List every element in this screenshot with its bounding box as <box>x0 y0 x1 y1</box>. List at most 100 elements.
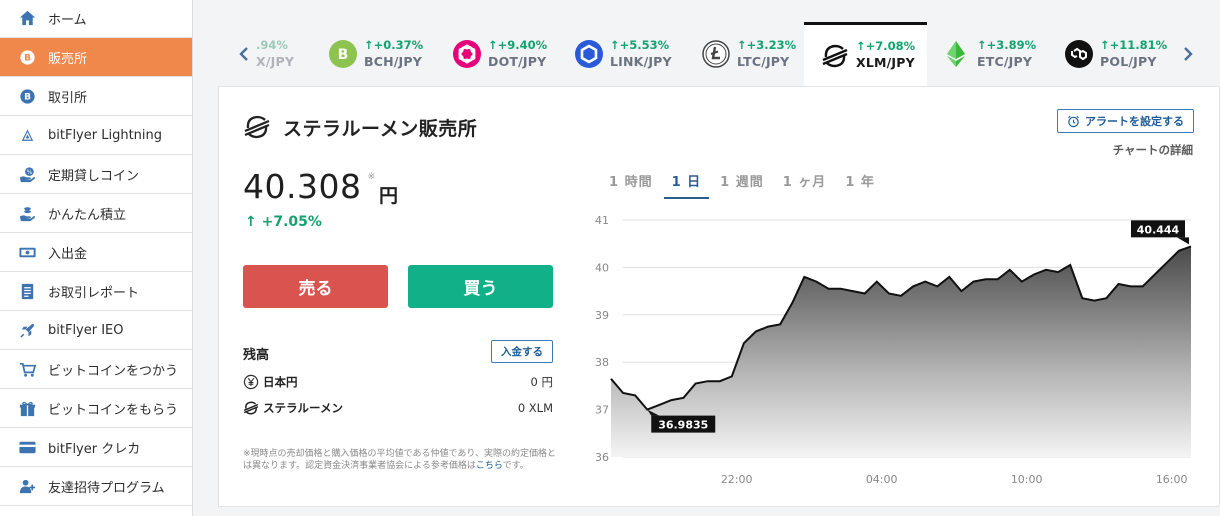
sidebar-item-label: お取引レポート <box>48 285 140 301</box>
arrow-up-icon: ↑ <box>856 39 866 54</box>
sidebar-item-label: ビットコインをもらう <box>48 402 179 418</box>
ticker-pair-bch-jpy[interactable]: B ↑+0.37% BCH/JPY <box>328 22 423 86</box>
ticker-prev-button[interactable] <box>236 44 252 64</box>
price-change-value: +7.05% <box>261 214 322 230</box>
chevron-right-icon <box>1184 47 1193 61</box>
x-tick-label: 10:00 <box>1011 473 1043 486</box>
sidebar-item-4[interactable]: % 定期貸しコイン <box>0 155 192 194</box>
sell-button[interactable]: 売る <box>243 265 388 308</box>
y-tick-label: 39 <box>595 309 609 322</box>
alarm-clock-icon <box>1068 115 1079 127</box>
deposit-button[interactable]: 入金する <box>491 340 553 363</box>
current-price: 40.308 <box>243 167 362 206</box>
tab-timeframe-4[interactable]: 1 年 <box>837 171 883 199</box>
ticker-pair-text: ↑+5.53% LINK/JPY <box>610 37 672 70</box>
sidebar-item-11[interactable]: bitFlyer クレカ <box>0 428 192 467</box>
stellar-icon <box>244 115 270 139</box>
balance-value-jpy: 0 円 <box>530 375 553 389</box>
ticker-pair-x-jpy[interactable]: .94% X/JPY <box>256 22 294 86</box>
arrow-up-icon: ↑ <box>245 214 257 230</box>
balance-value-xlm: 0 XLM <box>517 401 553 415</box>
balance-name-xlm: ステラルーメン <box>243 400 343 416</box>
set-alert-button[interactable]: アラートを設定する <box>1057 109 1194 133</box>
sidebar-item-7[interactable]: お取引レポート <box>0 272 192 311</box>
arrow-up-icon: ↑ <box>488 37 498 52</box>
arrow-up-icon: ↑ <box>610 37 620 52</box>
sidebar-item-1[interactable]: B 販売所 <box>0 38 192 77</box>
tab-timeframe-2[interactable]: 1 週間 <box>712 171 772 199</box>
bitcoin-icon: B <box>17 47 37 67</box>
invite-icon <box>17 476 37 496</box>
bitcoin-icon: B <box>17 86 37 106</box>
ticker-pair-change-value: +7.08% <box>865 39 916 54</box>
ticker-pair-change-value: .94% <box>256 37 288 52</box>
balance-title: 残高 <box>243 348 270 363</box>
ticker-pair-text: ↑+3.89% ETC/JPY <box>977 37 1037 70</box>
bch-coin-icon: B <box>328 39 358 69</box>
ticker-pair-xlm-jpy[interactable]: ↑+7.08% XLM/JPY <box>804 22 927 86</box>
sidebar-item-label: 入出金 <box>48 246 88 262</box>
ticker-pair-name: X/JPY <box>256 53 295 69</box>
sidebar-item-label: ビットコインをつかう <box>48 363 179 379</box>
sidebar-item-label: 販売所 <box>48 51 88 67</box>
ticker-pair-etc-jpy[interactable]: ↑+3.89% ETC/JPY <box>941 22 1036 86</box>
home-icon <box>17 9 37 29</box>
sidebar-item-label: ホーム <box>48 13 87 28</box>
sidebar-item-label: bitFlyer クレカ <box>48 441 141 457</box>
ticker-pair-change-value: +5.53% <box>619 37 670 52</box>
chevron-left-icon <box>239 47 248 61</box>
balance-row-xlm: ステラルーメン 0 XLM <box>243 400 553 416</box>
y-tick-label: 41 <box>595 214 609 227</box>
ticker-pair-name: LINK/JPY <box>610 53 672 69</box>
ticker-pair-pol-jpy[interactable]: ↑+11.81% POL/JPY <box>1064 22 1167 86</box>
sidebar-item-6[interactable]: 入出金 <box>0 233 192 272</box>
ticker-pair-ltc-jpy[interactable]: ↑+3.23% LTC/JPY <box>701 22 796 86</box>
tab-timeframe-0[interactable]: 1 時間 <box>601 171 661 199</box>
ticker-next-button[interactable] <box>1180 44 1196 64</box>
y-tick-label: 38 <box>595 356 609 369</box>
price-row: 40.308 ※ 円 <box>243 167 398 208</box>
sidebar-item-8[interactable]: bitFlyer IEO <box>0 311 192 350</box>
svg-text:B: B <box>24 92 31 102</box>
ticker-pair-link-jpy[interactable]: ↑+5.53% LINK/JPY <box>574 22 672 86</box>
sidebar-item-9[interactable]: ビットコインをつかう <box>0 350 192 389</box>
svg-text:B: B <box>338 47 349 63</box>
ticker-pair-text: ↑+7.08% XLM/JPY <box>856 40 915 71</box>
tab-timeframe-1[interactable]: 1 日 <box>663 171 710 199</box>
min-value-label: 36.9835 <box>658 419 708 432</box>
ticker-pair-text: ↑+9.40% DOT/JPY <box>488 37 547 70</box>
sidebar-item-5[interactable]: かんたん積立 <box>0 194 192 233</box>
arrow-up-icon: ↑ <box>977 37 987 52</box>
svg-text:B: B <box>24 53 31 63</box>
timeframe-tabs: 1 時間 1 日1 週間 1 ヶ月 1 年 <box>601 171 886 199</box>
ticker-pair-name: DOT/JPY <box>488 53 547 69</box>
sidebar-item-12[interactable]: 友達招待プログラム <box>0 467 192 506</box>
link-coin-icon <box>574 39 604 69</box>
max-label-pointer <box>1177 237 1189 245</box>
price-disclaimer: ※現時点の売却価格と購入価格の平均値である仲値であり、実際の約定価格とは異なりま… <box>243 448 559 472</box>
sidebar-item-0[interactable]: ホーム <box>0 0 192 38</box>
ticker-bar: .94% X/JPY B ↑+0.37% BCH/JPY ↑+9.40% DOT/JPY ↑+… <box>231 22 1197 86</box>
sidebar-item-2[interactable]: B 取引所 <box>0 77 192 116</box>
tab-timeframe-3[interactable]: 1 ヶ月 <box>775 171 835 199</box>
ticker-pair-change-value: +3.89% <box>986 37 1037 52</box>
ticker-pair-text: .94% X/JPY <box>256 37 295 70</box>
ticker-pair-change-value: +3.23% <box>746 37 797 52</box>
chart-detail-link[interactable]: チャートの詳細 <box>1113 142 1193 158</box>
sidebar-item-10[interactable]: ビットコインをもらう <box>0 389 192 428</box>
savings-icon <box>17 203 37 223</box>
cash-icon <box>17 242 37 262</box>
ticker-pair-name: BCH/JPY <box>364 53 422 69</box>
buy-button[interactable]: 買う <box>408 265 553 308</box>
sidebar: ホーム B 販売所 B 取引所 bitFlyer Lightning% 定期貸しコイン かんた… <box>0 0 193 516</box>
sidebar-item-3[interactable]: bitFlyer Lightning <box>0 116 192 155</box>
ticker-pair-change: ↑+3.89% <box>977 37 1037 52</box>
dot-coin-icon <box>452 39 482 69</box>
reference-price-link[interactable]: こちら <box>476 461 503 471</box>
ticker-pair-text: ↑+0.37% BCH/JPY <box>364 38 423 70</box>
balance-row-jpy: 日本円 0 円 <box>243 374 553 390</box>
ticker-pair-dot-jpy[interactable]: ↑+9.40% DOT/JPY <box>452 22 547 86</box>
ticker-pair-text: ↑+3.23% LTC/JPY <box>737 37 797 70</box>
max-value-label: 40.444 <box>1137 223 1180 236</box>
disclaimer-tail: です。 <box>502 461 529 472</box>
